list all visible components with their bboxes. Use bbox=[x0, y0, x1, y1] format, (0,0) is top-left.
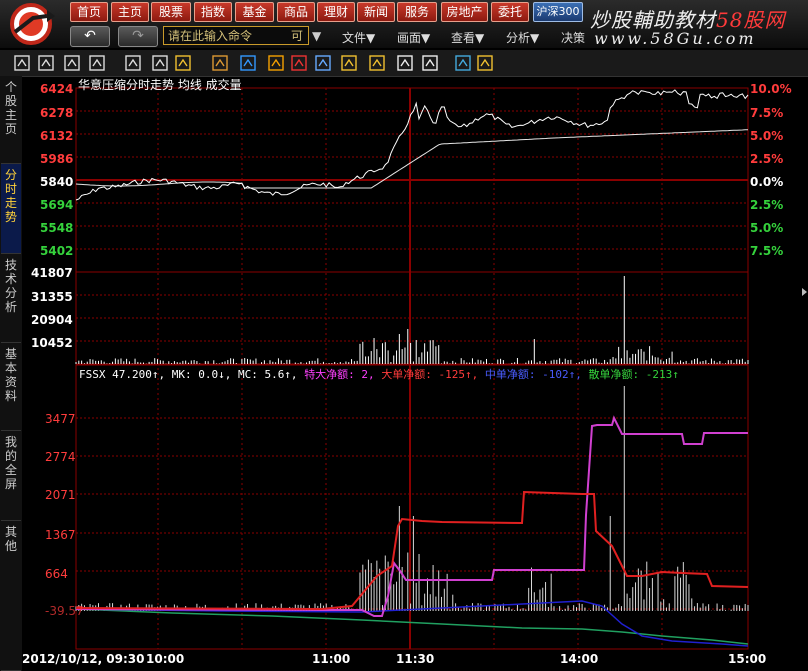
left-tab-2[interactable]: 技术分析 bbox=[1, 254, 21, 343]
price-axis-right-label: 7.5% bbox=[750, 244, 784, 258]
menu-button-6[interactable]: 理财 bbox=[317, 2, 355, 22]
price-axis-left-label: 5402 bbox=[40, 244, 74, 258]
menu-file[interactable]: 文件▼ bbox=[342, 29, 375, 46]
line-icon[interactable] bbox=[369, 55, 385, 71]
menu-button-3[interactable]: 指数 bbox=[194, 2, 232, 22]
price-axis-right-label: 2.5% bbox=[750, 152, 784, 166]
time-axis-label: 15:00 bbox=[728, 652, 767, 666]
time-axis-label: 2012/10/12, 09:30 bbox=[22, 652, 145, 666]
left-tab-3[interactable]: 基本资料 bbox=[1, 343, 21, 431]
menu-button-8[interactable]: 服务 bbox=[397, 2, 437, 22]
price-axis-left-label: 5694 bbox=[40, 198, 74, 212]
menu-button-1[interactable]: 主页 bbox=[111, 2, 149, 22]
price-axis-left-label: 6278 bbox=[40, 106, 74, 120]
menu-button-4[interactable]: 基金 bbox=[235, 2, 274, 22]
left-tab-0[interactable]: 个股主页 bbox=[1, 76, 21, 164]
diamond-icon[interactable] bbox=[477, 55, 493, 71]
time-axis-label: 10:00 bbox=[146, 652, 185, 666]
indicator-axis-label: -39.57 bbox=[45, 604, 84, 618]
bell-icon[interactable] bbox=[268, 55, 284, 71]
volume-axis-label: 10452 bbox=[31, 336, 73, 350]
time-axis-label: 11:00 bbox=[312, 652, 351, 666]
command-input[interactable]: 请在此输入命令 可 bbox=[163, 26, 309, 45]
menu-view[interactable]: 查看▼ bbox=[451, 29, 484, 46]
volume-bars bbox=[75, 276, 749, 364]
line-icon[interactable] bbox=[341, 55, 357, 71]
menu-analysis[interactable]: 分析▼ bbox=[506, 29, 539, 46]
back-button[interactable]: ↶ bbox=[70, 26, 110, 47]
market-tab-hs300[interactable]: 沪深300 bbox=[533, 2, 583, 22]
indicator-axis-label: 2774 bbox=[45, 450, 76, 464]
volume-axis-label: 20904 bbox=[31, 313, 73, 327]
bar-icon[interactable] bbox=[89, 55, 105, 71]
menu-button-9[interactable]: 房地产 bbox=[441, 2, 488, 22]
command-dropdown-icon[interactable]: ▼ bbox=[312, 29, 321, 43]
price-axis-left-label: 6132 bbox=[40, 129, 74, 143]
price-axis-right-label: 5.0% bbox=[750, 221, 784, 235]
indicator-bars bbox=[75, 386, 749, 611]
indicator-header: FSSX 47.200↑, MK: 0.0↓, MC: 5.6↑, 特大净额: … bbox=[79, 368, 679, 381]
left-tab-1[interactable]: 分时走势 bbox=[1, 164, 21, 254]
time-axis-label: 11:30 bbox=[396, 652, 435, 666]
menu-button-7[interactable]: 新闻 bbox=[357, 2, 395, 22]
arrow-icon[interactable] bbox=[125, 55, 141, 71]
price-panel-title: 华意压缩分时走势 均线 成交量 bbox=[78, 78, 242, 92]
dots-icon[interactable] bbox=[212, 55, 228, 71]
flag-icon[interactable] bbox=[175, 55, 191, 71]
stack-icon[interactable] bbox=[455, 55, 471, 71]
price-axis-left-label: 5840 bbox=[40, 175, 74, 189]
chart-icon[interactable] bbox=[315, 55, 331, 71]
price-axis-left-label: 6424 bbox=[40, 82, 74, 96]
small-net-line bbox=[75, 608, 749, 645]
volume-axis-label: 31355 bbox=[31, 290, 73, 304]
move-icon[interactable] bbox=[152, 55, 168, 71]
indicator-axis-label: 3477 bbox=[45, 412, 76, 426]
dots-icon[interactable] bbox=[240, 55, 256, 71]
time-axis-label: 14:00 bbox=[560, 652, 599, 666]
grid-icon[interactable] bbox=[14, 55, 30, 71]
forward-button[interactable]: ↷ bbox=[118, 26, 158, 47]
app-logo-icon[interactable] bbox=[3, 2, 59, 46]
scroll-right-icon bbox=[802, 288, 807, 296]
price-axis-right-label: 5.0% bbox=[750, 129, 784, 143]
indicator-axis-label: 664 bbox=[45, 567, 68, 581]
menu-button-5[interactable]: 商品 bbox=[277, 2, 315, 22]
left-tab-bar: 个股主页分时走势技术分析基本资料我的全屏其他 bbox=[0, 76, 22, 671]
download-icon[interactable] bbox=[422, 55, 438, 71]
price-axis-left-label: 5548 bbox=[40, 221, 74, 235]
menu-decision[interactable]: 决策 bbox=[561, 29, 585, 46]
indicator-axis-label: 1367 bbox=[45, 528, 76, 542]
price-axis-right-label: 7.5% bbox=[750, 106, 784, 120]
info-icon[interactable] bbox=[397, 55, 413, 71]
menu-button-0[interactable]: 首页 bbox=[70, 2, 108, 22]
menu-button-2[interactable]: 股票 bbox=[151, 2, 191, 22]
volume-axis-label: 41807 bbox=[31, 266, 73, 280]
chart-icon[interactable] bbox=[291, 55, 307, 71]
brand-watermark: 炒股輔助教材58股网 www.58Gu.com bbox=[590, 8, 786, 48]
price-axis-right-label: 2.5% bbox=[750, 198, 784, 212]
zoom-icon[interactable] bbox=[38, 55, 54, 71]
price-axis-right-label: 0.0% bbox=[750, 175, 784, 189]
left-tab-4[interactable]: 我的全屏 bbox=[1, 431, 21, 521]
menu-screen[interactable]: 画面▼ bbox=[397, 29, 430, 46]
toolbar bbox=[0, 50, 808, 77]
left-tab-5[interactable]: 其他 bbox=[1, 521, 21, 671]
price-axis-left-label: 5986 bbox=[40, 152, 74, 166]
cross-icon[interactable] bbox=[64, 55, 80, 71]
indicator-axis-label: 2071 bbox=[45, 488, 76, 502]
menu-button-10[interactable]: 委托 bbox=[491, 2, 529, 22]
price-axis-right-label: 10.0% bbox=[750, 82, 792, 96]
